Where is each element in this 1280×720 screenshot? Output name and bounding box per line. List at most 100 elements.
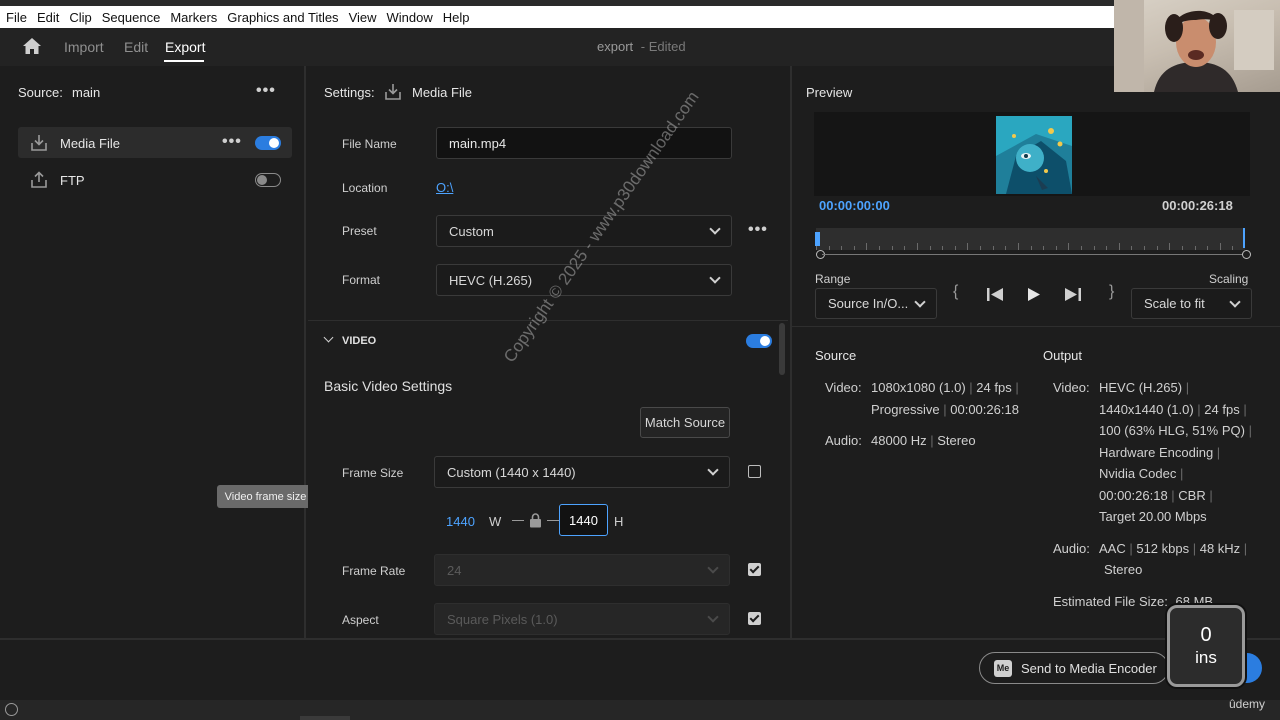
status-bar (0, 700, 1280, 720)
link-line (512, 520, 524, 521)
home-icon[interactable] (22, 37, 42, 60)
menu-markers[interactable]: Markers (170, 10, 217, 25)
info-value: 24 fps (976, 380, 1012, 395)
send-to-media-encoder-label: Send to Media Encoder (1021, 660, 1157, 676)
preset-more-icon[interactable]: ••• (748, 221, 768, 239)
send-to-media-encoder-button[interactable]: Me Send to Media Encoder (979, 652, 1169, 684)
timeline-tick (1030, 246, 1032, 250)
menu-help[interactable]: Help (443, 10, 470, 25)
source-more-icon[interactable]: ••• (256, 82, 276, 100)
export-window: File Edit Clip Sequence Markers Graphics… (0, 0, 1280, 720)
timecode-in[interactable]: 00:00:00:00 (819, 198, 890, 213)
playhead[interactable] (815, 232, 820, 246)
timeline-ticks (816, 242, 1245, 250)
aspect-value: Square Pixels (1.0) (447, 611, 558, 627)
menu-clip[interactable]: Clip (69, 10, 91, 25)
frame-size-select[interactable]: Custom (1440 x 1440) (434, 456, 730, 488)
settings-scrollbar[interactable] (779, 323, 785, 375)
output-audio-label: Audio: (1053, 541, 1090, 556)
out-point-handle[interactable] (1242, 250, 1251, 259)
mark-out-icon[interactable]: } (1109, 283, 1114, 301)
menu-bar: File Edit Clip Sequence Markers Graphics… (0, 6, 1114, 28)
info-value: 24 fps (1204, 402, 1240, 417)
lock-icon[interactable] (529, 513, 542, 533)
step-back-icon[interactable] (986, 287, 1004, 307)
info-value: Hardware Encoding (1099, 445, 1214, 460)
aspect-select[interactable]: Square Pixels (1.0) (434, 603, 730, 635)
info-value: CBR (1178, 488, 1206, 503)
frame-size-checkbox[interactable] (748, 465, 761, 478)
info-value: 48 kHz (1199, 541, 1241, 556)
tab-import[interactable]: Import (64, 39, 104, 55)
source-value: main (72, 85, 101, 100)
info-value: 1440x1440 (1.0) (1099, 402, 1194, 417)
tab-export[interactable]: Export (165, 39, 205, 55)
ftp-toggle[interactable] (255, 173, 281, 187)
range-select[interactable]: Source In/O... (815, 288, 937, 319)
source-video-label: Video: (825, 380, 862, 395)
section-divider (790, 326, 1280, 327)
tab-edit[interactable]: Edit (124, 39, 148, 55)
timeline-tick (1181, 246, 1183, 250)
play-icon[interactable] (1027, 287, 1041, 307)
menu-graphics-titles[interactable]: Graphics and Titles (227, 10, 338, 25)
menu-window[interactable]: Window (387, 10, 433, 25)
video-section-title[interactable]: VIDEO (342, 335, 376, 347)
status-icon (5, 703, 18, 716)
menu-view[interactable]: View (349, 10, 377, 25)
source-audio-line: 48000 Hz | Stereo (871, 433, 976, 448)
output-audio-channels: Stereo (1104, 562, 1143, 577)
width-value[interactable]: 1440 (446, 514, 475, 529)
height-label: H (614, 514, 624, 529)
basic-video-settings-heading: Basic Video Settings (324, 378, 453, 394)
file-name-value: main.mp4 (449, 135, 507, 151)
preview-thumbnail (996, 116, 1072, 194)
chevron-down-icon (709, 223, 721, 235)
file-name-label: File Name (342, 137, 397, 151)
media-encoder-icon: Me (994, 659, 1012, 677)
timeline-tick (1043, 246, 1045, 250)
menu-edit[interactable]: Edit (37, 10, 59, 25)
source-label: Source: (18, 85, 63, 100)
info-value: Stereo (937, 433, 976, 448)
timeline-tick (904, 246, 906, 250)
status-scroll-thumb (300, 716, 350, 720)
timeline-tick (1207, 246, 1209, 250)
timeline-tick (1131, 246, 1133, 250)
media-file-toggle[interactable] (255, 136, 281, 150)
destination-label: FTP (60, 173, 85, 188)
height-value: 1440 (569, 512, 598, 528)
preset-label: Preset (342, 224, 377, 238)
info-value: 00:00:26:18 (950, 402, 1019, 417)
timeline-tick (853, 246, 855, 250)
menu-file[interactable]: File (6, 10, 27, 25)
out-point-marker[interactable] (1243, 228, 1245, 248)
height-input[interactable]: 1440 (559, 504, 608, 536)
info-value: HEVC (H.265) (1099, 380, 1183, 395)
location-link[interactable]: O:\ (436, 180, 453, 195)
aspect-checkbox[interactable] (748, 612, 761, 625)
timeline-tick (954, 246, 956, 250)
timeline-tick (866, 243, 868, 250)
timecode-out: 00:00:26:18 (1162, 198, 1233, 213)
scaling-select[interactable]: Scale to fit (1131, 288, 1252, 319)
menu-sequence[interactable]: Sequence (102, 10, 161, 25)
video-toggle[interactable] (746, 334, 772, 348)
chevron-down-icon (707, 562, 719, 574)
settings-title: Settings: (324, 85, 375, 100)
chevron-down-icon (914, 295, 926, 308)
width-label: W (489, 514, 502, 529)
timeline-tick (992, 246, 994, 250)
frame-rate-label: Frame Rate (342, 564, 406, 578)
step-forward-icon[interactable] (1064, 287, 1082, 307)
webcam-overlay (1114, 0, 1280, 92)
timeline-tick (967, 243, 969, 250)
match-source-button[interactable]: Match Source (640, 407, 730, 438)
mark-in-icon[interactable]: { (953, 283, 958, 301)
timeline-tick (1144, 246, 1146, 250)
file-name-input[interactable]: main.mp4 (436, 127, 732, 159)
frame-rate-checkbox[interactable] (748, 563, 761, 576)
media-file-more-icon[interactable]: ••• (222, 133, 242, 151)
frame-rate-select[interactable]: 24 (434, 554, 730, 586)
export-download-icon (31, 134, 47, 156)
